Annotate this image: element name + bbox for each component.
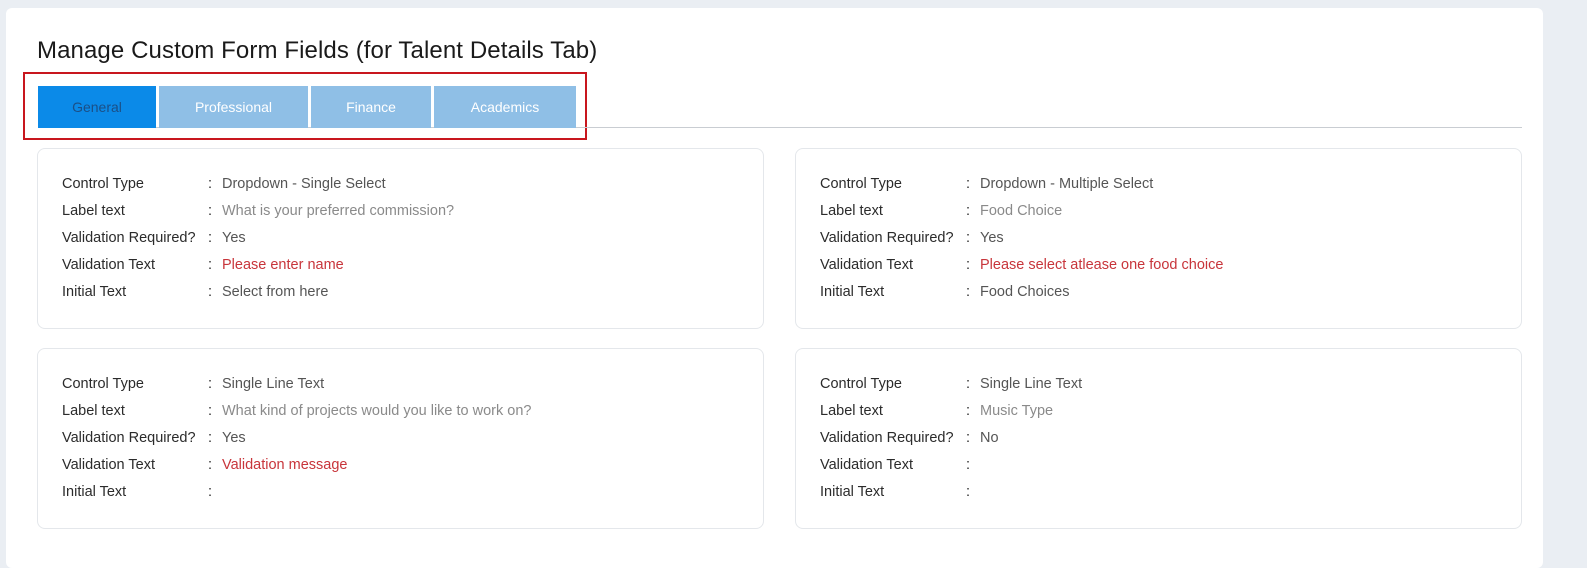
validation-text-value: Please select atlease one food choice xyxy=(980,257,1224,273)
initial-text-label: Initial Text xyxy=(62,284,127,300)
separator: : xyxy=(966,284,971,300)
control-type-label: Control Type xyxy=(62,176,144,192)
validation-required-label: Validation Required? xyxy=(62,430,196,446)
label-text-value: Food Choice xyxy=(980,203,1063,219)
separator: : xyxy=(966,457,971,473)
tab-academics[interactable]: Academics xyxy=(434,86,576,128)
validation-text-value: Please enter name xyxy=(222,257,344,273)
control-type-label: Control Type xyxy=(62,376,144,392)
separator: : xyxy=(966,176,971,192)
field-card-1[interactable]: Control Type : Dropdown - Single Select … xyxy=(37,148,764,329)
field-card-4[interactable]: Control Type : Single Line Text Label te… xyxy=(795,348,1522,529)
field-card-2[interactable]: Control Type : Dropdown - Multiple Selec… xyxy=(795,148,1522,329)
validation-text-label: Validation Text xyxy=(62,457,155,473)
separator: : xyxy=(966,484,971,500)
separator: : xyxy=(966,203,971,219)
validation-text-label: Validation Text xyxy=(820,257,913,273)
validation-text-label: Validation Text xyxy=(62,257,155,273)
tab-finance[interactable]: Finance xyxy=(311,86,431,128)
separator: : xyxy=(208,403,213,419)
validation-required-label: Validation Required? xyxy=(62,230,196,246)
label-text-label: Label text xyxy=(62,403,125,419)
control-type-value: Single Line Text xyxy=(222,376,325,392)
initial-text-label: Initial Text xyxy=(820,484,885,500)
control-type-value: Dropdown - Multiple Select xyxy=(980,176,1154,192)
separator: : xyxy=(966,403,971,419)
label-text-value: What kind of projects would you like to … xyxy=(222,403,532,419)
separator: : xyxy=(208,257,213,273)
control-type-value: Dropdown - Single Select xyxy=(222,176,386,192)
validation-required-value: Yes xyxy=(222,230,246,246)
separator: : xyxy=(208,176,213,192)
separator: : xyxy=(966,376,971,392)
initial-text-value: Select from here xyxy=(222,284,329,300)
control-type-value: Single Line Text xyxy=(980,376,1083,392)
validation-required-value: Yes xyxy=(222,430,246,446)
validation-text-value: Validation message xyxy=(222,457,348,473)
validation-required-value: Yes xyxy=(980,230,1004,246)
separator: : xyxy=(208,484,213,500)
validation-required-label: Validation Required? xyxy=(820,230,954,246)
separator: : xyxy=(208,457,213,473)
tab-general[interactable]: General xyxy=(38,86,156,128)
separator: : xyxy=(208,376,213,392)
separator: : xyxy=(966,430,971,446)
separator: : xyxy=(966,257,971,273)
label-text-label: Label text xyxy=(820,203,883,219)
validation-required-label: Validation Required? xyxy=(820,430,954,446)
main-panel: Manage Custom Form Fields (for Talent De… xyxy=(6,8,1543,568)
label-text-value: What is your preferred commission? xyxy=(222,203,455,219)
control-type-label: Control Type xyxy=(820,376,902,392)
separator: : xyxy=(208,203,213,219)
separator: : xyxy=(208,430,213,446)
initial-text-value: Food Choices xyxy=(980,284,1070,300)
separator: : xyxy=(208,230,213,246)
initial-text-label: Initial Text xyxy=(62,484,127,500)
separator: : xyxy=(966,230,971,246)
initial-text-label: Initial Text xyxy=(820,284,885,300)
label-text-label: Label text xyxy=(62,203,125,219)
validation-required-value: No xyxy=(980,430,999,446)
label-text-label: Label text xyxy=(820,403,883,419)
field-card-3[interactable]: Control Type : Single Line Text Label te… xyxy=(37,348,764,529)
page-title: Manage Custom Form Fields (for Talent De… xyxy=(37,37,598,64)
label-text-value: Music Type xyxy=(980,403,1054,419)
control-type-label: Control Type xyxy=(820,176,902,192)
separator: : xyxy=(208,284,213,300)
validation-text-label: Validation Text xyxy=(820,457,913,473)
tab-professional[interactable]: Professional xyxy=(159,86,308,128)
